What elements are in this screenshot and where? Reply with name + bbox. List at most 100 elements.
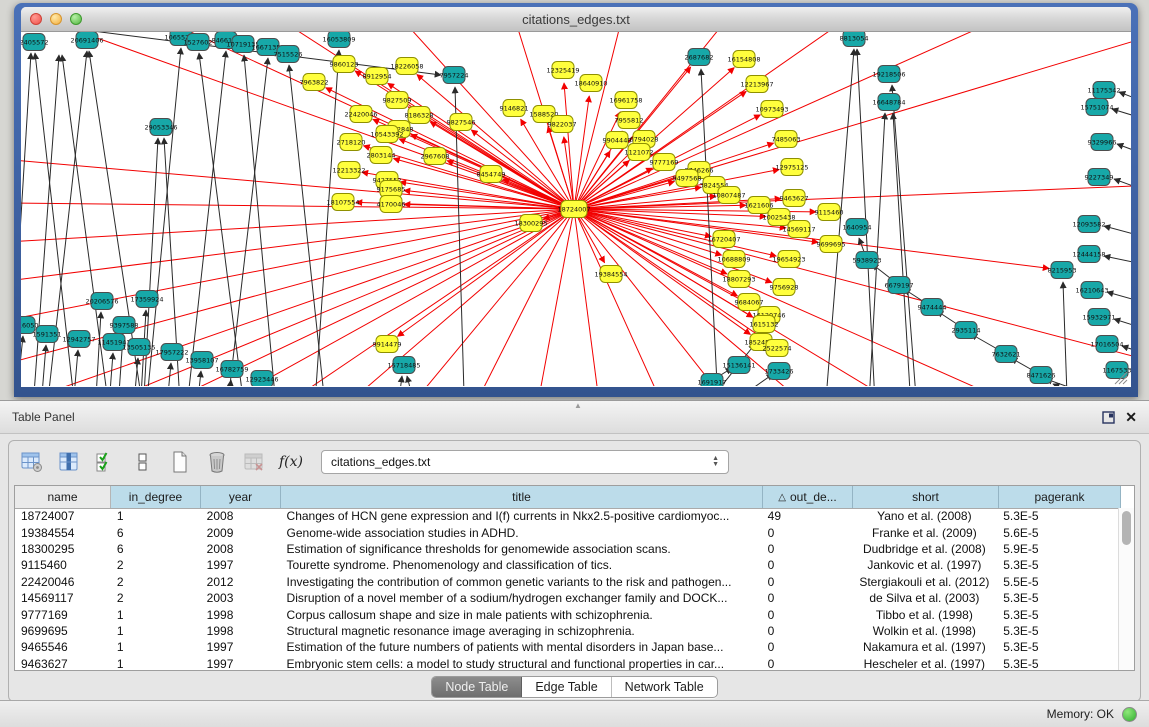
- table-row[interactable]: 977716911998Corpus callosum shape and si…: [15, 606, 1119, 622]
- graph-node-label: 12213967: [740, 80, 773, 88]
- node-table: name in_degree year title △out_de... sho…: [14, 485, 1135, 671]
- table-panel: ▲ Table Panel ✕: [0, 400, 1149, 727]
- dropdown-stepper-icon: ▲▼: [712, 456, 719, 468]
- table-cell: 2008: [201, 542, 281, 556]
- graph-node-label: 13505135: [122, 343, 155, 351]
- graph-node-label: 17016504: [1090, 340, 1123, 348]
- tab-network-table[interactable]: Network Table: [612, 677, 717, 697]
- split-divider-grip[interactable]: ▲: [574, 401, 582, 410]
- table-cell: 5.3E-5: [997, 558, 1119, 572]
- table-cell: 14569117: [15, 591, 111, 605]
- select-columns-icon[interactable]: [93, 449, 119, 475]
- network-canvas[interactable]: 1872400798601238912954182260589827509224…: [21, 32, 1131, 387]
- graph-node-label: 16210643: [1075, 286, 1108, 294]
- citation-edge-red: [548, 126, 574, 209]
- minimize-window-icon[interactable]: [50, 13, 62, 25]
- table-cell: 1: [111, 624, 201, 638]
- checkbox-list-icon[interactable]: [130, 449, 156, 475]
- graph-node-label: 9827546: [447, 118, 476, 126]
- graph-node-label: 9822037: [548, 120, 577, 128]
- column-header-pagerank[interactable]: pagerank: [999, 486, 1121, 508]
- table-row[interactable]: 1938455462009Genome-wide association stu…: [15, 524, 1119, 540]
- table-cell: 9463627: [15, 657, 111, 670]
- table-row[interactable]: 1830029562008Estimation of significance …: [15, 541, 1119, 557]
- citation-edge-black: [1117, 144, 1131, 164]
- graph-node-label: 1621606: [745, 201, 774, 209]
- graph-node-label: 12325419: [546, 66, 579, 74]
- graph-node-label: 16961758: [609, 96, 642, 104]
- citation-edge-black: [181, 51, 226, 386]
- table-panel-titlebar[interactable]: ▲ Table Panel ✕: [0, 400, 1149, 434]
- window-titlebar[interactable]: citations_edges.txt: [21, 7, 1131, 32]
- zoom-window-icon[interactable]: [70, 13, 82, 25]
- table-row[interactable]: 946554611997Estimation of the future num…: [15, 639, 1119, 655]
- graph-node-label: 9684067: [735, 298, 764, 306]
- function-icon[interactable]: f(x): [278, 449, 304, 475]
- tab-node-table[interactable]: Node Table: [432, 677, 522, 697]
- table-select-dropdown[interactable]: citations_edges.txt ▲▼: [321, 450, 729, 474]
- table-cell: 0: [762, 558, 852, 572]
- graph-node-label: 2687682: [685, 53, 714, 61]
- table-cell: Franke et al. (2009): [851, 526, 997, 540]
- graph-node-label: 9904448: [603, 136, 632, 144]
- citation-edge-black: [194, 371, 201, 386]
- column-header-in-degree[interactable]: in_degree: [111, 486, 201, 508]
- delete-trash-icon[interactable]: [204, 449, 230, 475]
- table-row[interactable]: 969969511998Structural magnetic resonanc…: [15, 623, 1119, 639]
- column-header-name[interactable]: name: [15, 486, 111, 508]
- column-header-short[interactable]: short: [853, 486, 999, 508]
- graph-node-label: 7957224: [440, 71, 469, 79]
- close-panel-icon[interactable]: ✕: [1125, 410, 1137, 424]
- scrollbar-thumb[interactable]: [1122, 511, 1131, 545]
- delete-table-icon[interactable]: [241, 449, 267, 475]
- network-view-window[interactable]: citations_edges.txt 18724007986012389129…: [14, 3, 1138, 397]
- table-toolbar: f(x) citations_edges.txt ▲▼: [9, 441, 1140, 483]
- tab-edge-table[interactable]: Edge Table: [522, 677, 611, 697]
- table-row[interactable]: 1456911722003Disruption of a novel membe…: [15, 590, 1119, 606]
- new-document-icon[interactable]: [167, 449, 193, 475]
- graph-node-label: 18300295: [514, 219, 547, 227]
- status-bar: Memory: OK: [0, 700, 1149, 727]
- citation-edge-black: [311, 50, 339, 386]
- table-cell: Tibbo et al. (1998): [851, 608, 997, 622]
- graph-node-label: 8471626: [1027, 371, 1056, 379]
- table-row[interactable]: 2242004622012Investigating the contribut…: [15, 574, 1119, 590]
- float-panel-icon[interactable]: [1102, 411, 1115, 424]
- graph-node-label: 8813054: [840, 34, 869, 42]
- table-cell: Estimation of the future numbers of pati…: [281, 640, 762, 654]
- graph-node-label: 8912954: [363, 72, 392, 80]
- table-cell: 18724007: [15, 509, 111, 523]
- table-cell: 1: [111, 640, 201, 654]
- table-cell: 1997: [201, 558, 281, 572]
- table-scrollbar[interactable]: [1118, 508, 1134, 670]
- table-settings-icon[interactable]: [19, 449, 45, 475]
- graph-node-label: 29053346: [144, 123, 177, 131]
- close-window-icon[interactable]: [30, 13, 42, 25]
- graph-node-label: 16782759: [215, 365, 248, 373]
- table-cell: 0: [762, 608, 852, 622]
- citation-edge-black: [1112, 109, 1131, 127]
- graph-node-label: 7485063: [772, 135, 801, 143]
- table-cell: 5.3E-5: [997, 509, 1119, 523]
- column-header-out-degree[interactable]: △out_de...: [763, 486, 853, 508]
- show-column-icon[interactable]: [56, 449, 82, 475]
- table-row[interactable]: 1872400712008Changes of HCN gene express…: [15, 508, 1119, 524]
- graph-node-label: 17359924: [130, 295, 163, 303]
- column-header-title[interactable]: title: [281, 486, 763, 508]
- table-cell: 1997: [201, 640, 281, 654]
- citation-edge-black: [39, 345, 46, 386]
- column-header-year[interactable]: year: [201, 486, 281, 508]
- graph-node-label: 19654923: [772, 255, 805, 263]
- memory-status-indicator[interactable]: [1122, 707, 1137, 722]
- table-cell: 0: [762, 575, 852, 589]
- citation-edge-red: [574, 209, 1121, 386]
- table-row[interactable]: 946362711997Embryonic stem cells: a mode…: [15, 656, 1119, 670]
- memory-status-label: Memory: OK: [1047, 707, 1114, 721]
- graph-node-label: 20691406: [70, 36, 103, 44]
- graph-node-label: 1121072: [625, 148, 654, 156]
- citation-edge-red: [417, 74, 574, 209]
- graph-node-label: 9146821: [500, 104, 529, 112]
- citation-edge-red: [21, 202, 574, 209]
- graph-node-label: 9699695: [817, 240, 846, 248]
- table-row[interactable]: 911546021997Tourette syndrome. Phenomeno…: [15, 557, 1119, 573]
